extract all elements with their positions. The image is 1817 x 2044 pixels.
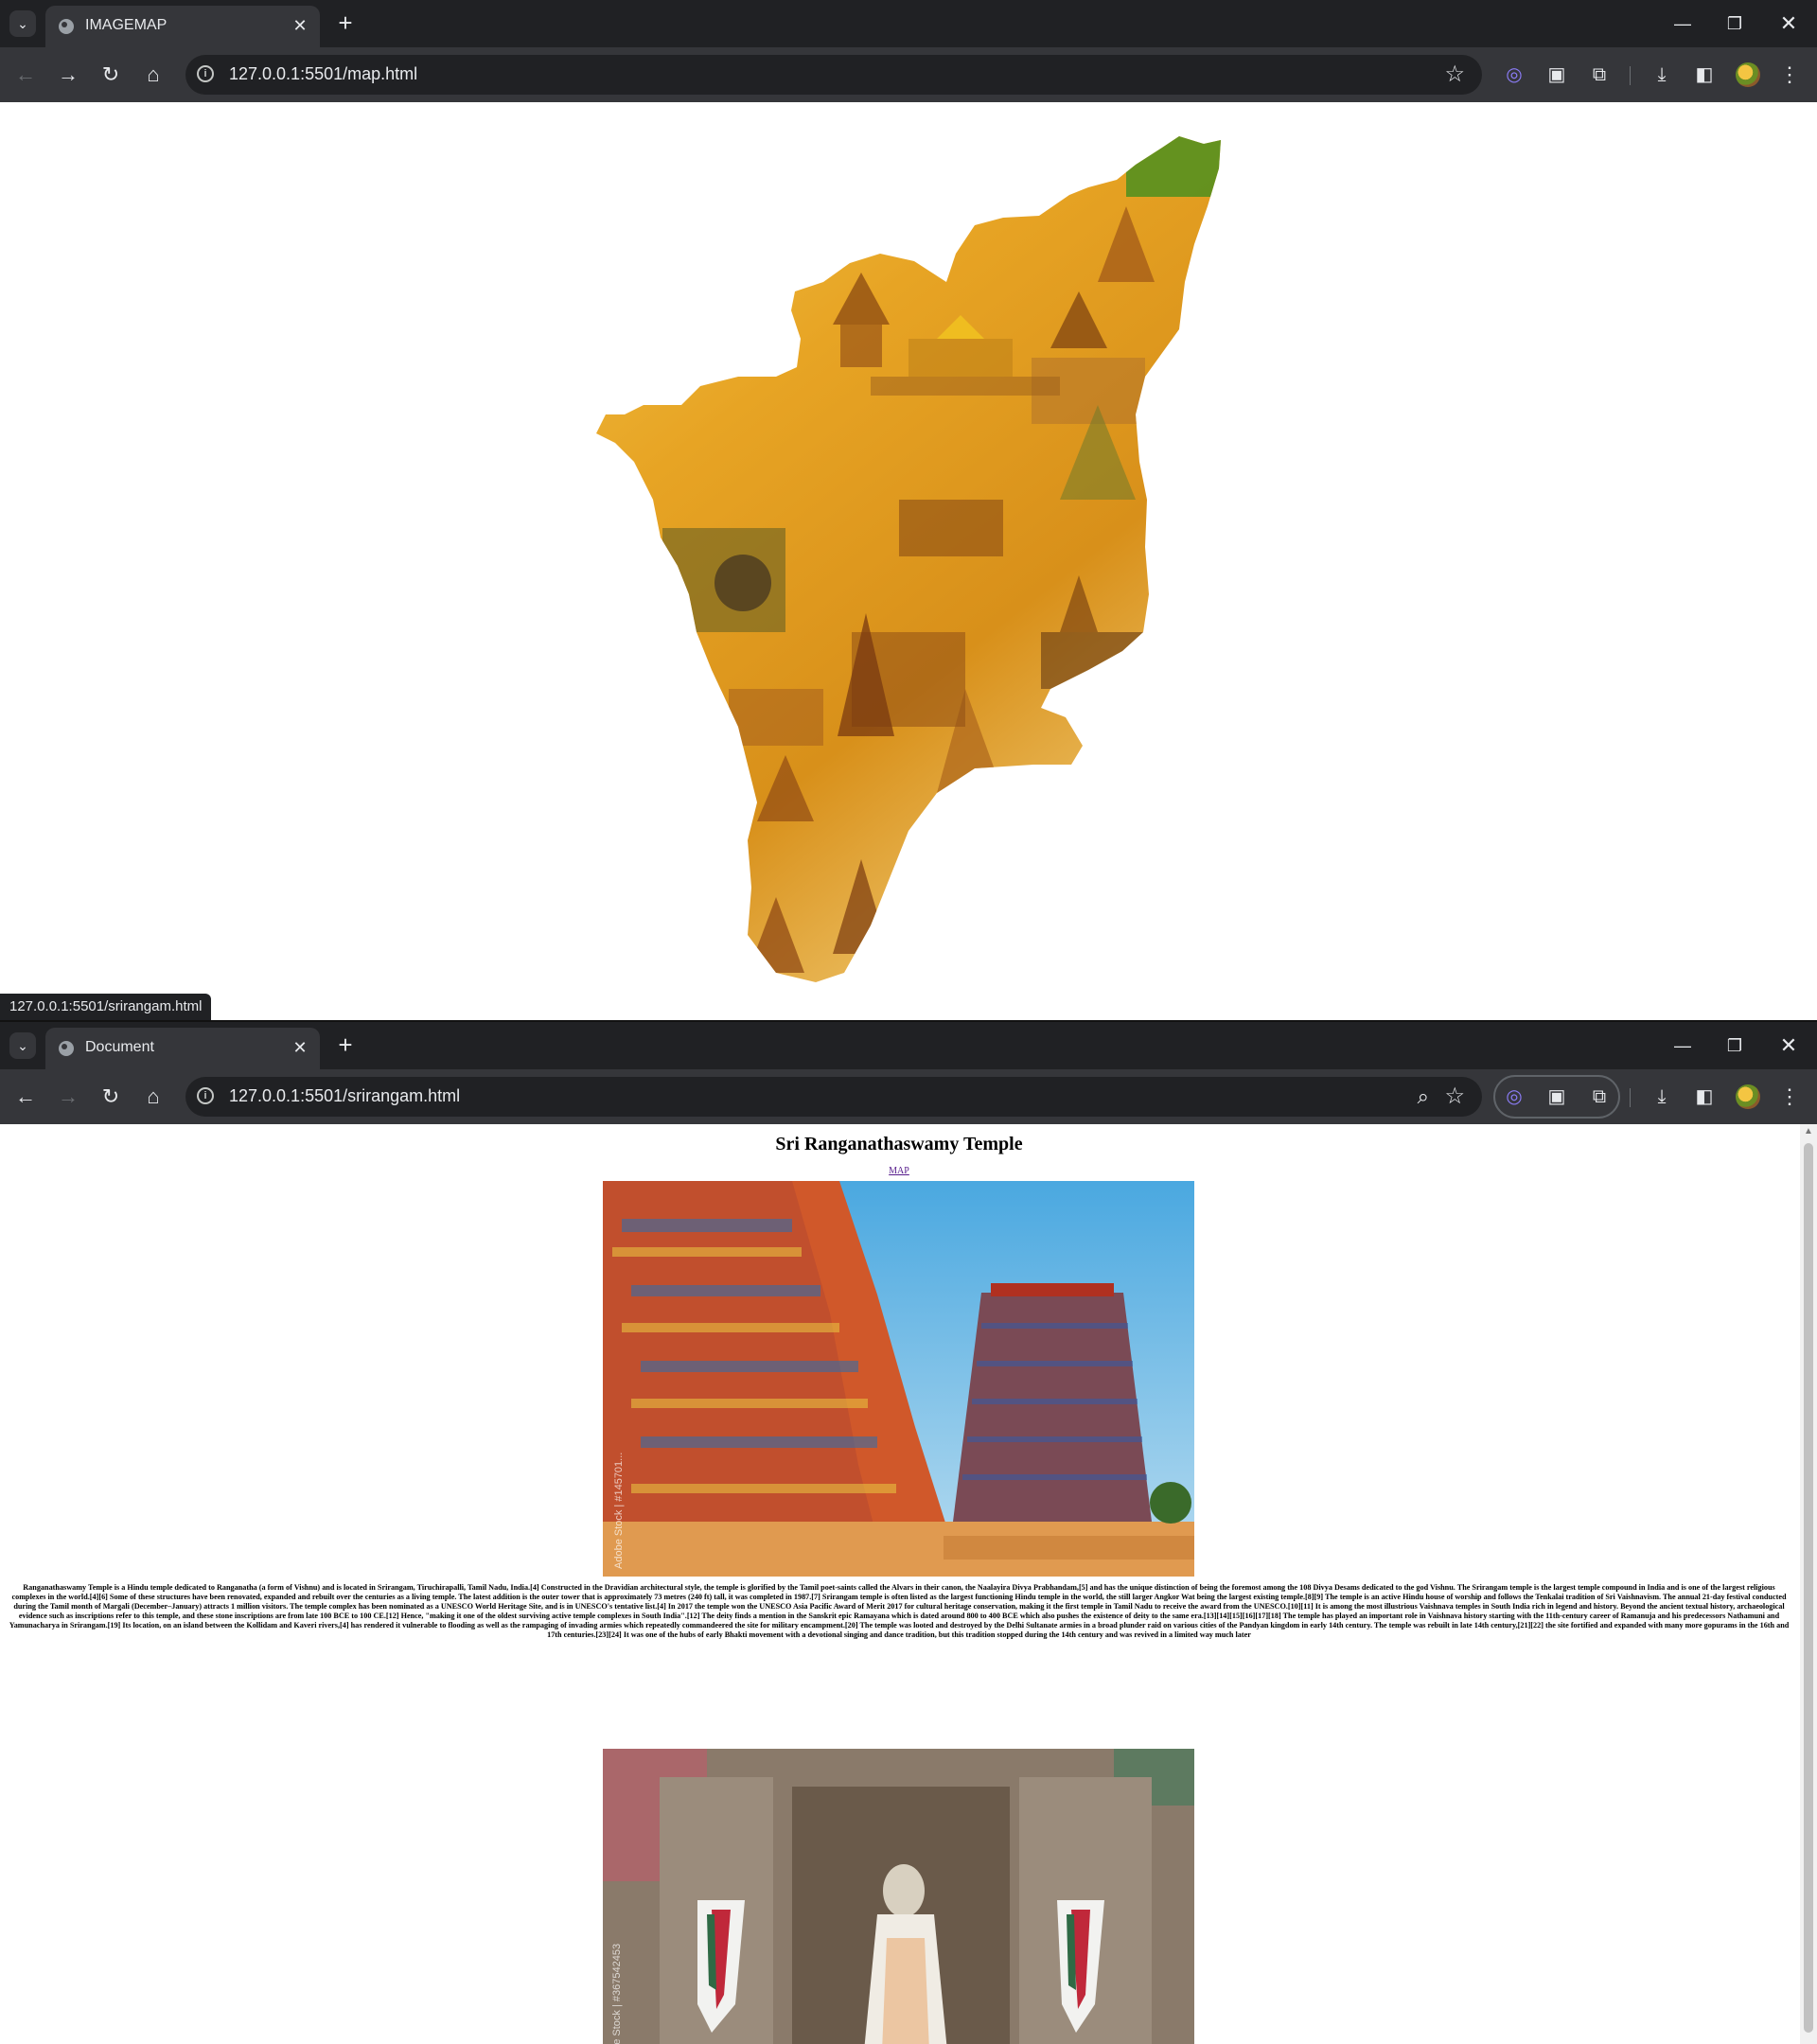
address-url[interactable]: 127.0.0.1:5501/map.html (229, 64, 417, 84)
map-page: 127.0.0.1:5501/srirangam.html (0, 102, 1817, 1020)
tab-title: IMAGEMAP (85, 17, 168, 33)
tab-extension-icon[interactable]: ▣ (1543, 1083, 1571, 1111)
tamil-nadu-imagemap[interactable] (0, 102, 1817, 1020)
kebab-menu-icon[interactable]: ⋮ (1775, 61, 1804, 89)
reload-button[interactable]: ↻ (97, 1083, 125, 1111)
tab-imagemap[interactable]: IMAGEMAP ✕ (45, 6, 320, 47)
home-button[interactable]: ⌂ (139, 61, 168, 89)
copilot-extension-icon[interactable]: ◎ (1500, 1083, 1528, 1111)
browser-window-srirangam: ⌄ Document ✕ + — ❐ ✕ ← → ↻ ⌂ i 127.0.0.1… (0, 1022, 1817, 2044)
scroll-thumb[interactable] (1804, 1143, 1813, 2033)
home-button[interactable]: ⌂ (139, 1083, 168, 1111)
photo1-watermark: Adobe Stock | #145701... (613, 1453, 625, 1569)
tab-bar: ⌄ Document ✕ + — ❐ ✕ (0, 1022, 1817, 1069)
gopuram-photo: Adobe Stock | #145701... (603, 1181, 1194, 1577)
toolbar-separator (1630, 1088, 1631, 1107)
star-icon[interactable]: ☆ (1444, 1084, 1465, 1110)
download-icon[interactable]: ⤓ (1648, 1083, 1676, 1111)
minimize-button[interactable]: — (1664, 1031, 1702, 1060)
tab-title: Document (85, 1039, 154, 1055)
forward-button[interactable]: → (54, 61, 82, 89)
scroll-up-arrow[interactable]: ▲ (1804, 1126, 1813, 1137)
tab-search-button[interactable]: ⌄ (9, 10, 36, 37)
new-tab-button[interactable]: + (331, 9, 360, 37)
vertical-scrollbar[interactable]: ▲ (1800, 1124, 1817, 2044)
extensions-puzzle-icon[interactable]: ⧉ (1585, 61, 1614, 89)
page-title: Sri Ranganathaswamy Temple (775, 1134, 1023, 1154)
temple-description: Ranganathaswamy Temple is a Hindu temple… (9, 1583, 1790, 1639)
close-tab-icon[interactable]: ✕ (290, 1037, 310, 1058)
tab-bar: ⌄ IMAGEMAP ✕ + — ❐ ✕ (0, 0, 1817, 47)
new-tab-button[interactable]: + (331, 1031, 360, 1059)
side-panel-icon[interactable]: ◧ (1690, 61, 1719, 89)
address-bar[interactable]: i 127.0.0.1:5501/srirangam.html ⌕ ☆ (185, 1077, 1482, 1117)
close-window-button[interactable]: ✕ (1770, 9, 1808, 38)
globe-icon (59, 1041, 74, 1056)
forward-button[interactable]: → (54, 1083, 82, 1111)
tab-extension-icon[interactable]: ▣ (1543, 61, 1571, 89)
profile-avatar[interactable] (1736, 1084, 1760, 1109)
info-icon[interactable]: i (197, 1087, 214, 1104)
temple-collage (596, 136, 1221, 982)
browser-window-map: ⌄ IMAGEMAP ✕ + — ❐ ✕ ← → ↻ ⌂ i 127.0.0.1… (0, 0, 1817, 1020)
star-icon[interactable]: ☆ (1444, 62, 1465, 88)
toolbar-separator (1630, 66, 1631, 85)
back-button[interactable]: ← (11, 61, 40, 89)
address-url[interactable]: 127.0.0.1:5501/srirangam.html (229, 1086, 460, 1106)
map-link-anchor[interactable]: MAP (889, 1166, 909, 1176)
srirangam-page: Sri Ranganathaswamy Temple MAP Adobe Sto… (0, 1124, 1817, 2044)
reload-button[interactable]: ↻ (97, 61, 125, 89)
restore-button[interactable]: ❐ (1716, 1031, 1754, 1060)
zoom-icon[interactable]: ⌕ (1418, 1084, 1429, 1110)
close-window-button[interactable]: ✕ (1770, 1031, 1808, 1060)
restore-button[interactable]: ❐ (1716, 9, 1754, 38)
back-button[interactable]: ← (11, 1083, 40, 1111)
globe-icon (59, 19, 74, 34)
status-bubble-url: 127.0.0.1:5501/srirangam.html (0, 994, 212, 1020)
side-panel-icon[interactable]: ◧ (1690, 1083, 1719, 1111)
browser-toolbar: ← → ↻ ⌂ i 127.0.0.1:5501/srirangam.html … (0, 1069, 1817, 1124)
tab-search-button[interactable]: ⌄ (9, 1032, 36, 1059)
extensions-puzzle-icon[interactable]: ⧉ (1585, 1083, 1614, 1111)
copilot-extension-icon[interactable]: ◎ (1500, 61, 1528, 89)
minimize-button[interactable]: — (1664, 9, 1702, 38)
address-bar[interactable]: i 127.0.0.1:5501/map.html ☆ (185, 55, 1482, 95)
photo2-watermark: obe Stock | #367542453 (611, 1944, 623, 2044)
map-link: MAP (0, 1166, 1798, 1176)
profile-avatar[interactable] (1736, 62, 1760, 87)
kebab-menu-icon[interactable]: ⋮ (1775, 1083, 1804, 1111)
browser-toolbar: ← → ↻ ⌂ i 127.0.0.1:5501/map.html ☆ ◎ ▣ … (0, 47, 1817, 102)
close-tab-icon[interactable]: ✕ (290, 15, 310, 36)
download-icon[interactable]: ⤓ (1648, 61, 1676, 89)
deity-photo: obe Stock | #367542453 (603, 1749, 1194, 2044)
tab-document[interactable]: Document ✕ (45, 1028, 320, 1069)
info-icon[interactable]: i (197, 65, 214, 82)
